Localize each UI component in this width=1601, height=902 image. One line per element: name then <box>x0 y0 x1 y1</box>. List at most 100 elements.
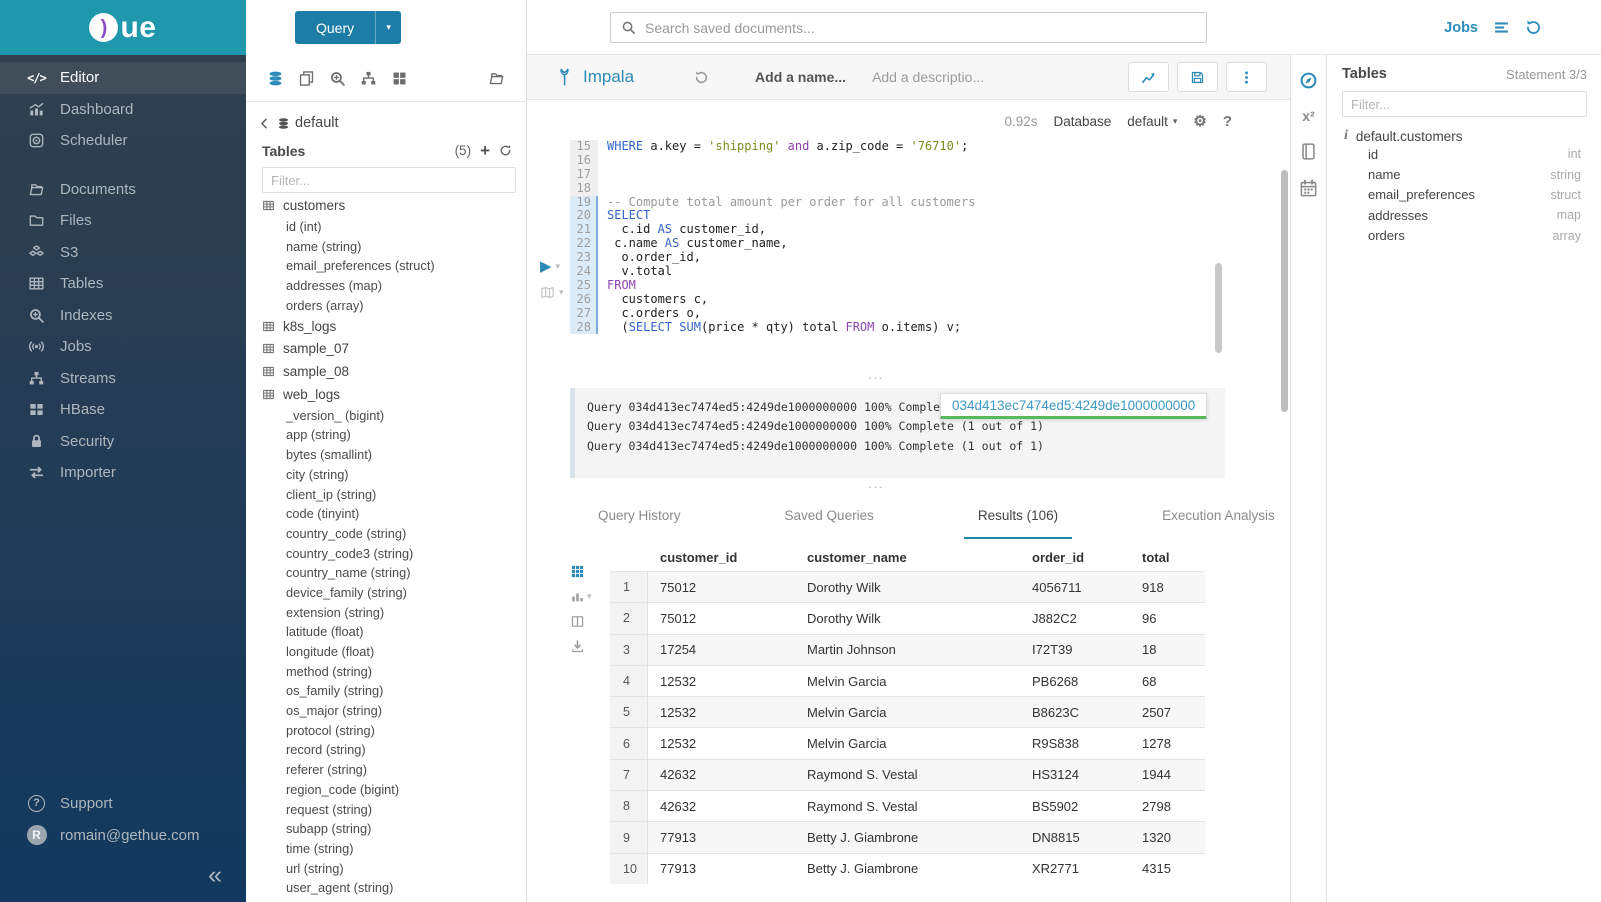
query-name-field[interactable]: Add a name... <box>755 69 846 85</box>
execute-options-caret-icon[interactable]: ▾ <box>556 261 561 272</box>
active-table[interactable]: i default.customers <box>1342 128 1587 144</box>
sidebar-item-support[interactable]: ? Support <box>0 787 246 819</box>
assistant-compass-icon[interactable] <box>1299 71 1318 90</box>
sidebar-item-user[interactable]: R romain@gethue.com <box>0 819 246 851</box>
assist-column[interactable]: os_major (string) <box>262 701 526 721</box>
settings-gear-icon[interactable]: ⚙ <box>1193 112 1206 130</box>
sidebar-item-streams[interactable]: Streams <box>0 363 246 395</box>
assist-column[interactable]: country_code (string) <box>262 524 526 544</box>
editor-scrollbar[interactable] <box>1215 263 1222 353</box>
columns-view-icon[interactable] <box>570 614 596 629</box>
hue-logo[interactable]: ) ue <box>0 0 246 55</box>
search-input[interactable] <box>645 20 1196 36</box>
folder-open-icon[interactable] <box>481 70 512 87</box>
assist-column[interactable]: os_family (string) <box>262 681 526 701</box>
sidebar-item-indexes[interactable]: Indexes <box>0 300 246 332</box>
tab-results-106-[interactable]: Results (106) <box>964 501 1072 539</box>
right-panel-column[interactable]: idint <box>1342 144 1587 164</box>
assist-column[interactable]: time (string) <box>262 839 526 859</box>
right-panel-column[interactable]: addressesmap <box>1342 205 1587 225</box>
assist-table-k8s-logs[interactable]: k8s_logs <box>262 315 526 338</box>
execute-play-button[interactable]: ▶ <box>540 259 552 274</box>
assist-column[interactable]: device_family (string) <box>262 583 526 603</box>
assist-column[interactable]: subapp (string) <box>262 819 526 839</box>
schedule-icon[interactable] <box>1299 179 1318 198</box>
sidebar-item-security[interactable]: Security <box>0 426 246 458</box>
zoom-in-icon[interactable] <box>322 70 353 87</box>
assist-column[interactable]: orders (array) <box>262 295 526 315</box>
right-panel-column[interactable]: email_preferencesstruct <box>1342 185 1587 205</box>
results-header[interactable]: total <box>1130 550 1205 565</box>
results-header[interactable]: order_id <box>1020 550 1130 565</box>
assist-column[interactable]: app (string) <box>262 425 526 445</box>
help-question-icon[interactable]: ? <box>1223 113 1232 130</box>
query-dropdown-caret-icon[interactable]: ▾ <box>375 11 401 44</box>
assist-column[interactable]: city (string) <box>262 464 526 484</box>
sidebar-item-documents[interactable]: Documents <box>0 174 246 206</box>
sql-editor[interactable]: 15WHERE a.key = 'shipping' and a.zip_cod… <box>570 140 975 334</box>
right-filter-input[interactable] <box>1342 91 1587 117</box>
assist-column[interactable]: url (string) <box>262 858 526 878</box>
assist-column[interactable]: method (string) <box>262 661 526 681</box>
tab-saved-queries[interactable]: Saved Queries <box>771 501 888 539</box>
more-actions-button[interactable] <box>1226 62 1267 92</box>
sidebar-item-importer[interactable]: Importer <box>0 457 246 489</box>
assist-column[interactable]: code (tinyint) <box>262 504 526 524</box>
results-header[interactable]: customer_name <box>795 550 1020 565</box>
grid4-icon[interactable] <box>384 70 415 87</box>
resize-handle-bottom[interactable]: ··· <box>527 484 1225 493</box>
sidebar-item-jobs[interactable]: Jobs <box>0 331 246 363</box>
query-description-field[interactable]: Add a descriptio... <box>872 69 984 85</box>
assist-column[interactable]: record (string) <box>262 740 526 760</box>
sidebar-item-hbase[interactable]: HBase <box>0 394 246 426</box>
assist-column[interactable]: client_ip (string) <box>262 484 526 504</box>
history-icon[interactable] <box>1525 19 1542 36</box>
refresh-icon[interactable] <box>499 144 512 157</box>
assist-column[interactable]: country_name (string) <box>262 563 526 583</box>
functions-icon[interactable]: x² <box>1302 108 1314 124</box>
chart-view-icon[interactable]: ▾ <box>570 589 596 604</box>
back-chevron-icon[interactable] <box>258 117 271 130</box>
sidebar-item-tables[interactable]: Tables <box>0 268 246 300</box>
jobs-link[interactable]: Jobs <box>1444 20 1478 36</box>
assist-column[interactable]: email_preferences (struct) <box>262 256 526 276</box>
language-reference-icon[interactable] <box>1299 142 1318 161</box>
assist-column[interactable]: bytes (smallint) <box>262 445 526 465</box>
assist-column[interactable]: region_code (bigint) <box>262 779 526 799</box>
assist-column[interactable]: id (int) <box>262 217 526 237</box>
assist-column[interactable]: user_agent (string) <box>262 878 526 898</box>
query-history-icon[interactable] <box>694 70 709 85</box>
assist-column[interactable]: protocol (string) <box>262 720 526 740</box>
database-icon[interactable] <box>260 70 291 87</box>
collapse-sidebar-icon[interactable]: « <box>208 861 222 889</box>
chart-button[interactable] <box>1128 62 1169 92</box>
assist-column[interactable]: name (string) <box>262 236 526 256</box>
results-header[interactable]: customer_id <box>648 550 795 565</box>
assist-column[interactable]: country_code3 (string) <box>262 543 526 563</box>
sidebar-item-files[interactable]: Files <box>0 205 246 237</box>
sidebar-item-editor[interactable]: </>Editor <box>0 62 246 94</box>
main-scrollbar[interactable] <box>1281 170 1288 412</box>
query-button-label[interactable]: Query <box>295 11 375 44</box>
assist-table-sample-07[interactable]: sample_07 <box>262 338 526 361</box>
database-dropdown[interactable]: default ▾ <box>1127 114 1177 129</box>
sidebar-item-dashboard[interactable]: Dashboard <box>0 94 246 126</box>
grid-view-icon[interactable] <box>570 564 596 579</box>
assist-column[interactable]: _version_ (bigint) <box>262 405 526 425</box>
download-icon[interactable] <box>570 639 596 654</box>
query-button[interactable]: Query ▾ <box>295 11 401 44</box>
assist-table-sample-08[interactable]: sample_08 <box>262 360 526 383</box>
right-panel-column[interactable]: ordersarray <box>1342 226 1587 246</box>
tab-query-history[interactable]: Query History <box>584 501 695 539</box>
sidebar-item-s3[interactable]: S3 <box>0 237 246 269</box>
jobs-list-icon[interactable] <box>1493 19 1510 36</box>
save-button[interactable] <box>1177 62 1218 92</box>
engine-selector[interactable]: Impala <box>555 67 634 87</box>
query-id-link[interactable]: 034d413ec7474ed5:4249de1000000000 <box>940 393 1207 419</box>
copy-documents-icon[interactable] <box>291 70 322 87</box>
assist-column[interactable]: longitude (float) <box>262 642 526 662</box>
sidebar-item-scheduler[interactable]: Scheduler <box>0 125 246 157</box>
assist-table-web-logs[interactable]: web_logs <box>262 383 526 406</box>
sitemap-icon[interactable] <box>353 70 384 87</box>
tab-execution-analysis[interactable]: Execution Analysis <box>1148 501 1289 539</box>
